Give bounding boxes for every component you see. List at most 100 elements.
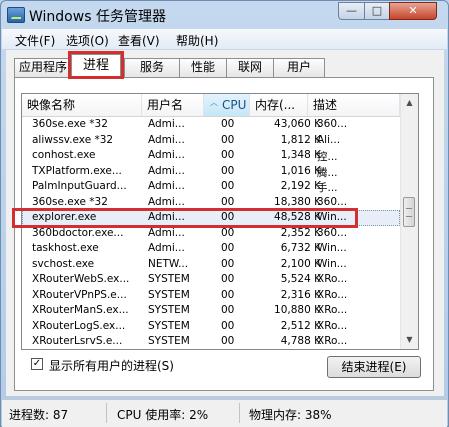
process-name-cell: TXPlatform.exe... <box>32 164 122 177</box>
process-name-cell: svchost.exe <box>32 257 95 270</box>
column-header-memory[interactable]: 内存(... <box>250 94 308 116</box>
username-cell: SYSTEM <box>148 304 190 316</box>
username-cell: Admi... <box>148 133 185 146</box>
column-header-description[interactable]: 描述 <box>308 94 400 116</box>
username-cell: SYSTEM <box>148 319 190 332</box>
menu-view[interactable]: 查看(V) <box>118 32 160 49</box>
username-cell: Admi... <box>148 118 185 130</box>
task-manager-icon <box>7 7 25 23</box>
scroll-down-icon[interactable]: ▼ <box>402 332 417 348</box>
table-row[interactable]: XRouterLogS.ex... SYSTEM 00 2,512 K XRo... <box>22 319 400 335</box>
cpu-cell: 00 <box>221 149 235 161</box>
memory-cell: 5,524 K <box>280 273 321 285</box>
tab-services[interactable]: 服务 <box>124 58 180 77</box>
table-row[interactable]: 360se.exe *32 Admi... 00 43,060 K 360... <box>22 117 400 133</box>
table-row[interactable]: taskhost.exe Admi... 00 6,732 K Win... <box>22 241 400 257</box>
task-manager-window: Windows 任务管理器 — □ ✕ 文件(F) 选项(O) 查看(V) 帮助… <box>0 0 449 427</box>
memory-cell: 1,348 K <box>280 149 321 161</box>
cpu-cell: 00 <box>221 273 235 285</box>
process-name-cell: taskhost.exe <box>32 242 99 254</box>
show-all-users-checkbox[interactable]: ✓ <box>31 358 43 370</box>
table-row[interactable]: XRouterVPnPS.e... SYSTEM 00 2,316 K XRo... <box>22 288 400 304</box>
column-header-cpu[interactable]: ︿ CPU <box>204 94 250 116</box>
process-rows: 360se.exe *32 Admi... 00 43,060 K 360... aliw… <box>22 117 400 349</box>
description-cell: XRo... <box>317 288 348 301</box>
cpu-cell: 00 <box>221 304 235 316</box>
description-cell: XRo... <box>317 319 348 332</box>
maximize-button[interactable]: □ <box>364 2 390 20</box>
window-title: Windows 任务管理器 <box>29 9 166 25</box>
table-row[interactable]: XRouterManS.ex... SYSTEM 00 10,880 K XRo... <box>22 303 400 319</box>
cpu-cell: 00 <box>221 164 235 177</box>
tab-performance[interactable]: 性能 <box>179 58 227 77</box>
cpu-cell: 00 <box>221 226 235 239</box>
process-name-cell: 360bdoctor.exe... <box>32 226 124 239</box>
menu-file[interactable]: 文件(F) <box>15 32 55 49</box>
table-row[interactable]: TXPlatform.exe... Admi... 00 1,016 K 腾... <box>22 164 400 180</box>
close-button[interactable]: ✕ <box>389 2 437 20</box>
menu-help[interactable]: 帮助(H) <box>176 32 218 49</box>
memory-cell: 2,352 K <box>280 226 321 239</box>
cpu-cell: 00 <box>221 118 235 130</box>
sort-ascending-icon: ︿ <box>210 98 218 107</box>
cpu-cell: 00 <box>221 257 235 270</box>
username-cell: SYSTEM <box>148 273 190 285</box>
memory-cell: 2,512 K <box>280 319 321 332</box>
memory-cell: 2,100 K <box>280 257 321 270</box>
column-header-image-name[interactable]: 映像名称 <box>22 94 142 116</box>
description-cell: 手... <box>317 182 338 194</box>
table-row[interactable]: XRouterLsrvS.e... SYSTEM 00 4,788 K XRo... <box>22 334 400 349</box>
column-header-cpu-label: CPU <box>222 98 247 112</box>
cpu-cell: 00 <box>221 195 235 208</box>
description-cell: 控... <box>317 151 338 163</box>
username-cell: Admi... <box>148 149 185 161</box>
description-cell: Win... <box>317 242 347 254</box>
minimize-button[interactable]: — <box>338 2 365 20</box>
table-row[interactable]: aliwssv.exe *32 Admi... 00 1,812 K Ali... <box>22 133 400 149</box>
process-name-cell: 360se.exe *32 <box>32 195 108 208</box>
end-process-button[interactable]: 结束进程(E) <box>327 356 421 378</box>
vertical-scrollbar[interactable]: ▲ ▼ <box>400 94 418 349</box>
process-name-cell: XRouterWebS.ex... <box>32 273 130 285</box>
selected-row-highlight-box <box>12 208 358 228</box>
description-cell: XRo... <box>317 335 348 347</box>
description-cell: XRo... <box>317 273 348 285</box>
menu-bar: 文件(F) 选项(O) 查看(V) 帮助(H) <box>2 29 447 50</box>
menu-options[interactable]: 选项(O) <box>66 32 109 49</box>
tab-networking[interactable]: 联网 <box>226 58 274 77</box>
table-row[interactable]: conhost.exe Admi... 00 1,348 K 控... <box>22 148 400 164</box>
description-cell: XRo... <box>317 304 348 316</box>
process-name-cell: XRouterLogS.ex... <box>32 319 126 332</box>
status-physical-memory: 物理内存: 38% <box>249 408 332 422</box>
process-name-cell: XRouterVPnPS.e... <box>32 288 127 301</box>
description-cell: 腾... <box>317 166 338 179</box>
description-cell: 360... <box>317 226 348 239</box>
description-cell: Ali... <box>317 133 341 146</box>
description-cell: 360... <box>317 118 348 130</box>
cpu-cell: 00 <box>221 242 235 254</box>
username-cell: Admi... <box>148 180 185 192</box>
description-cell: Win... <box>317 257 347 270</box>
status-process-count: 进程数: 87 <box>9 408 69 422</box>
memory-cell: 6,732 K <box>280 242 321 254</box>
scrollbar-thumb[interactable] <box>403 197 415 227</box>
table-row[interactable]: XRouterWebS.ex... SYSTEM 00 5,524 K XRo... <box>22 272 400 288</box>
status-cpu-usage: CPU 使用率: 2% <box>117 408 209 422</box>
scroll-up-icon[interactable]: ▲ <box>402 95 417 111</box>
username-cell: Admi... <box>148 164 185 177</box>
tab-users[interactable]: 用户 <box>273 58 325 77</box>
table-row[interactable]: svchost.exe NETW... 00 2,100 K Win... <box>22 257 400 273</box>
process-name-cell: 360se.exe *32 <box>32 118 108 130</box>
table-row[interactable]: PalmInputGuard... Admi... 00 2,192 K 手... <box>22 179 400 195</box>
cpu-cell: 00 <box>221 288 235 301</box>
column-header-username[interactable]: 用户名 <box>142 94 204 116</box>
cpu-cell: 00 <box>221 133 235 146</box>
memory-cell: 1,812 K <box>280 133 321 146</box>
cpu-cell: 00 <box>221 180 235 192</box>
tab-applications[interactable]: 应用程序 <box>14 58 72 77</box>
username-cell: Admi... <box>148 242 185 254</box>
title-bar[interactable]: Windows 任务管理器 — □ ✕ <box>1 1 448 29</box>
process-name-cell: XRouterLsrvS.e... <box>32 335 123 347</box>
memory-cell: 2,192 K <box>280 180 321 192</box>
process-name-cell: conhost.exe <box>32 149 96 161</box>
